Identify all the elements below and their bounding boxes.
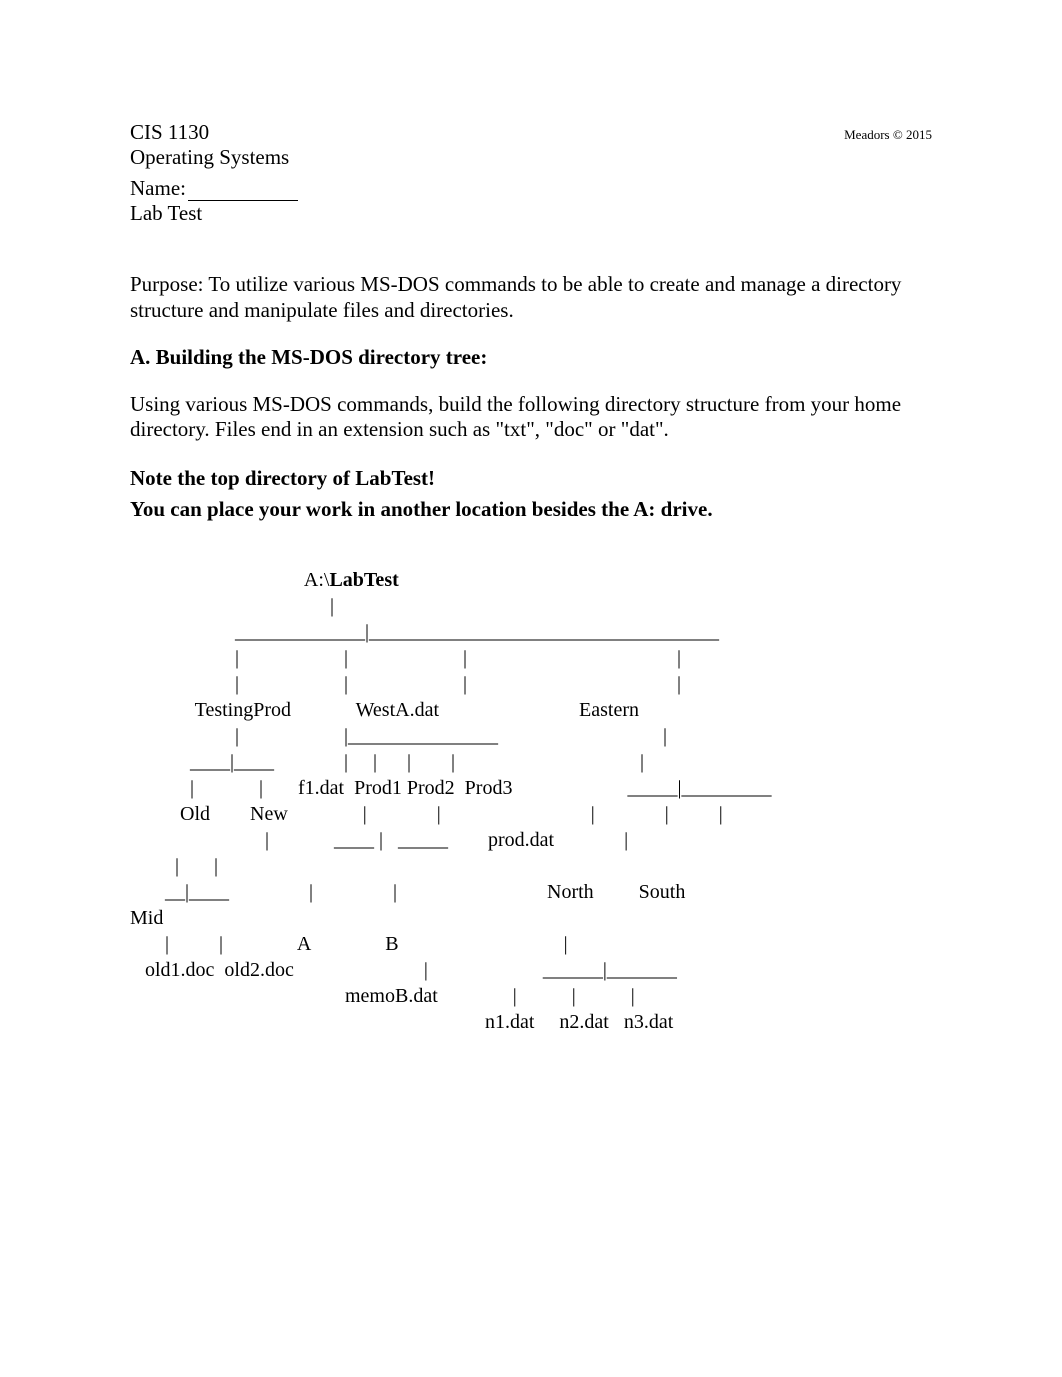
header-row: CIS 1130 Meadors © 2015 xyxy=(130,120,932,145)
tree-line: n1.dat n2.dat n3.dat xyxy=(130,1011,673,1033)
name-blank[interactable] xyxy=(188,182,298,201)
tree-line: TestingProd WestA.dat Eastern xyxy=(130,699,639,721)
tree-root: A:\LabTest xyxy=(130,569,399,591)
section-a-heading: A. Building the MS-DOS directory tree: xyxy=(130,345,932,370)
name-label: Name: xyxy=(130,176,186,201)
tree-line: | | | | xyxy=(130,647,681,669)
tree-line: | ____ | _____ prod.dat | xyxy=(130,829,628,851)
tree-line: | | | | xyxy=(130,673,681,695)
tree-line: __|____ | | North South xyxy=(130,881,685,903)
tree-line: | xyxy=(130,595,334,617)
tree-line: | | xyxy=(130,855,218,877)
note-line-2: You can place your work in another locat… xyxy=(130,497,932,522)
tree-line: memoB.dat | | | xyxy=(130,985,635,1007)
name-line: Name: xyxy=(130,176,932,201)
tree-line: | | f1.dat Prod1 Prod2 Prod3 _____|_____… xyxy=(130,777,771,799)
purpose-paragraph: Purpose: To utilize various MS-DOS comma… xyxy=(130,272,932,322)
subject-line: Operating Systems xyxy=(130,145,932,170)
tree-line: Old New | | | | | xyxy=(130,803,723,825)
tree-line: old1.doc old2.doc | ______|_______ xyxy=(130,959,677,981)
section-a-paragraph: Using various MS-DOS commands, build the… xyxy=(130,392,932,442)
directory-tree-diagram: A:\LabTest | _____________|_____________… xyxy=(130,541,932,1061)
document-page: CIS 1130 Meadors © 2015 Operating System… xyxy=(0,0,1062,1377)
tree-line: Mid xyxy=(130,907,163,929)
tree-line: | | A B | xyxy=(130,933,568,955)
note-line-1: Note the top directory of LabTest! xyxy=(130,466,932,491)
course-code: CIS 1130 xyxy=(130,120,209,145)
labtest-line: Lab Test xyxy=(130,201,932,226)
copyright-text: Meadors © 2015 xyxy=(844,127,932,143)
tree-line: _____________|__________________________… xyxy=(130,621,719,643)
tree-line: | |_______________ | xyxy=(130,725,667,747)
tree-line: ____|____ | | | | | xyxy=(130,751,644,773)
